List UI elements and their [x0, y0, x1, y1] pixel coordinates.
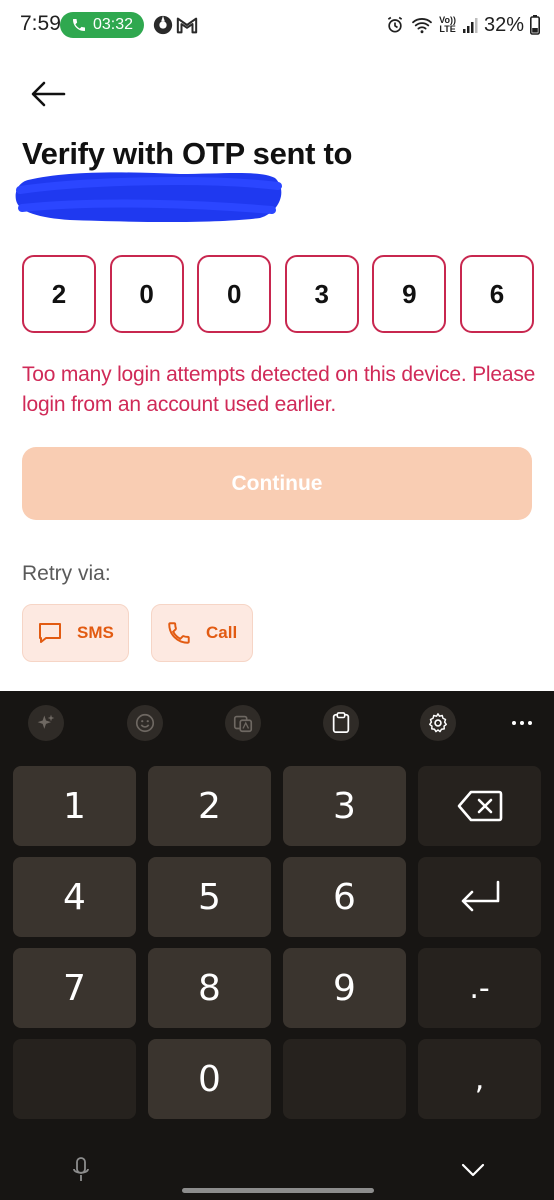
key-dot-dash[interactable]: .-: [418, 948, 541, 1028]
translate-icon: [233, 715, 253, 733]
otp-digit-5[interactable]: 9: [372, 255, 447, 333]
battery-level: 32%: [483, 13, 524, 36]
key-1[interactable]: 1: [13, 766, 136, 846]
continue-button[interactable]: Continue: [22, 447, 532, 520]
otp-digit-4[interactable]: 3: [284, 255, 359, 333]
keyboard-toolbar: [0, 691, 554, 751]
kb-ai-button[interactable]: [28, 705, 64, 741]
kb-emoji-button[interactable]: [127, 705, 163, 741]
emoji-icon: [135, 713, 155, 733]
backspace-icon: [457, 790, 502, 822]
sparkle-icon: [37, 714, 55, 729]
gmail-icon: [176, 17, 198, 34]
alarm-icon: [388, 16, 403, 33]
key-4[interactable]: 4: [13, 857, 136, 937]
chat-bubble-icon: [39, 623, 61, 643]
key-2[interactable]: 2: [148, 766, 271, 846]
clipboard-icon: [332, 712, 350, 734]
gear-icon: [429, 713, 447, 733]
key-9[interactable]: 9: [283, 948, 406, 1028]
retry-call-button[interactable]: Call: [151, 604, 253, 662]
enter-icon: [461, 880, 499, 912]
key-6[interactable]: 6: [283, 857, 406, 937]
call-label: Call: [206, 623, 238, 642]
kb-more-button[interactable]: [504, 705, 540, 741]
otp-digit-1[interactable]: 2: [22, 255, 96, 333]
key-7[interactable]: 7: [13, 948, 136, 1028]
sms-label: SMS: [77, 623, 114, 642]
retry-label: Retry via:: [22, 562, 111, 585]
key-0[interactable]: 0: [148, 1039, 271, 1119]
back-button[interactable]: [26, 74, 70, 114]
voice-input-button[interactable]: [66, 1152, 96, 1188]
key-8[interactable]: 8: [148, 948, 271, 1028]
key-5[interactable]: 5: [148, 857, 271, 937]
error-message: Too many login attempts detected on this…: [22, 363, 536, 416]
status-right-cluster: Vo)) LTE 32%: [385, 10, 540, 40]
status-time: 7:59: [20, 12, 61, 35]
call-timer: 03:32: [92, 16, 134, 33]
retry-sms-button[interactable]: SMS: [22, 604, 129, 662]
more-icon: [512, 721, 532, 725]
wifi-icon: [412, 18, 433, 34]
otp-input-group: 2 0 0 3 9 6: [22, 255, 534, 333]
microphone-icon: [73, 1157, 89, 1181]
ongoing-call-pill[interactable]: 03:32: [60, 12, 144, 38]
kb-settings-button[interactable]: [420, 705, 456, 741]
notification-app-icon: [153, 15, 173, 35]
hide-keyboard-button[interactable]: [456, 1152, 490, 1188]
numeric-keyboard: 1 2 3 4 5 6 7 8 9 .- 0 ,: [0, 691, 554, 1200]
key-3[interactable]: 3: [283, 766, 406, 846]
phone-icon: [72, 19, 85, 31]
enter-key[interactable]: [418, 857, 541, 937]
key-blank-left: [13, 1039, 136, 1119]
backspace-key[interactable]: [418, 766, 541, 846]
otp-digit-3[interactable]: 0: [197, 255, 272, 333]
kb-clipboard-button[interactable]: [323, 705, 359, 741]
key-blank-right: [283, 1039, 406, 1119]
otp-digit-2[interactable]: 0: [109, 255, 184, 333]
chevron-down-icon: [461, 1163, 485, 1177]
battery-icon: [530, 15, 540, 35]
home-indicator[interactable]: [182, 1188, 374, 1193]
phone-icon: [168, 622, 190, 644]
arrow-left-icon: [31, 81, 66, 107]
otp-digit-6[interactable]: 6: [459, 255, 534, 333]
redaction-scribble: [15, 172, 282, 222]
signal-icon: [462, 18, 478, 33]
kb-translate-button[interactable]: [225, 705, 261, 741]
status-bar: 7:59 03:32 Vo)) LTE 32%: [0, 0, 554, 50]
volte-badge: Vo)) LTE: [439, 15, 456, 34]
key-comma[interactable]: ,: [418, 1039, 541, 1119]
